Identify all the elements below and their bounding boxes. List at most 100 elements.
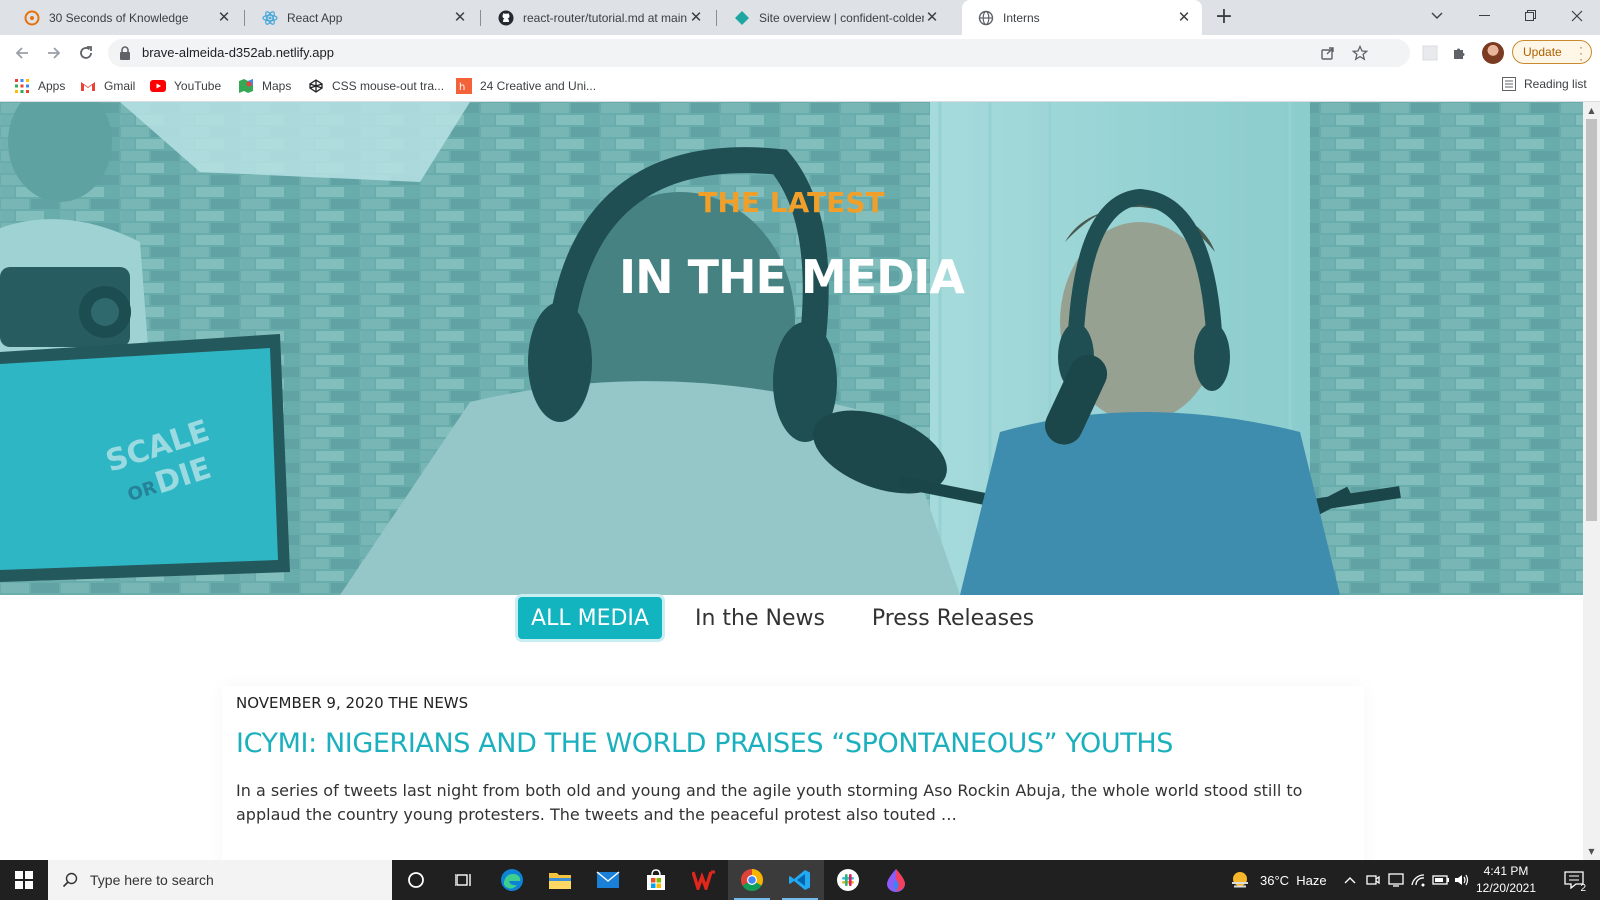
bookmark-gmail[interactable]: Gmail bbox=[80, 77, 135, 95]
tab-title: react-router/tutorial.md at main bbox=[523, 10, 688, 25]
bookmark-star-icon[interactable] bbox=[1351, 44, 1369, 61]
bookmark-label: Maps bbox=[262, 79, 292, 93]
gmail-icon bbox=[80, 78, 96, 94]
chrome-icon[interactable] bbox=[728, 860, 776, 900]
weather-text: 36°C Haze bbox=[1260, 872, 1327, 888]
close-window-icon[interactable] bbox=[1554, 0, 1600, 32]
extensions-puzzle-icon[interactable] bbox=[1450, 43, 1470, 63]
color-drop-app-icon[interactable] bbox=[872, 860, 920, 900]
netlify-icon bbox=[734, 10, 750, 26]
cortana-icon[interactable] bbox=[392, 860, 440, 900]
reload-icon[interactable] bbox=[74, 41, 98, 65]
tab-title: Interns bbox=[1003, 10, 1040, 25]
reading-list-label: Reading list bbox=[1524, 77, 1587, 91]
display-projection-icon[interactable] bbox=[1388, 860, 1404, 900]
filter-all-media[interactable]: ALL MEDIA bbox=[518, 597, 662, 639]
globe-icon bbox=[978, 10, 994, 26]
tab-interns[interactable]: Interns ✕ bbox=[962, 0, 1202, 35]
wifi-icon[interactable] bbox=[1410, 860, 1426, 900]
update-button[interactable]: Update · · · bbox=[1512, 40, 1592, 65]
reading-list-icon bbox=[1502, 77, 1516, 91]
extension-placeholder-icon[interactable] bbox=[1420, 43, 1440, 63]
hero-background-photo: SCALE OR DIE bbox=[0, 102, 1583, 595]
svg-text:h: h bbox=[459, 82, 465, 93]
weather-haze-icon bbox=[1230, 871, 1250, 889]
system-clock[interactable]: 4:41 PM 12/20/2021 bbox=[1468, 863, 1544, 897]
tab-strip: 30 Seconds of Knowledge ✕ React App ✕ re… bbox=[0, 0, 1600, 35]
tab-search-icon[interactable] bbox=[1414, 0, 1460, 32]
youtube-icon bbox=[150, 78, 166, 94]
bookmark-apps[interactable]: Apps bbox=[14, 77, 65, 95]
address-bar[interactable]: brave-almeida-d352ab.netlify.app bbox=[108, 39, 1410, 67]
profile-avatar[interactable] bbox=[1482, 42, 1504, 64]
battery-icon[interactable] bbox=[1432, 860, 1450, 900]
forward-arrow-icon[interactable] bbox=[42, 41, 66, 65]
media-filter-tabs: ALL MEDIA In the News Press Releases bbox=[0, 595, 1583, 647]
mail-icon[interactable] bbox=[584, 860, 632, 900]
reading-list-button[interactable]: Reading list bbox=[1490, 77, 1587, 91]
page-viewport: SCALE OR DIE THE LATEST IN THE MEDIA ALL… bbox=[0, 102, 1600, 860]
notification-count: 2 bbox=[1580, 883, 1586, 894]
edge-icon[interactable] bbox=[488, 860, 536, 900]
bookmark-label: Apps bbox=[38, 79, 66, 93]
update-label: Update bbox=[1523, 45, 1562, 59]
slack-icon[interactable] bbox=[824, 860, 872, 900]
show-hidden-icons-chevron-icon[interactable] bbox=[1344, 860, 1356, 900]
article-excerpt: In a series of tweets last night from bo… bbox=[236, 781, 1303, 824]
tab-title: Site overview | confident-colden- bbox=[759, 10, 924, 25]
bookmark-label: YouTube bbox=[174, 79, 222, 93]
bookmark-youtube[interactable]: YouTube bbox=[150, 77, 221, 95]
tab-site-overview[interactable]: Site overview | confident-colden- ✕ bbox=[718, 0, 950, 35]
url-text[interactable]: brave-almeida-d352ab.netlify.app bbox=[142, 45, 334, 60]
page-scrollbar[interactable]: ▲ ▼ bbox=[1583, 102, 1600, 860]
menu-kebab-icon[interactable]: · · · bbox=[1579, 41, 1583, 65]
close-tab-icon[interactable]: ✕ bbox=[216, 9, 232, 26]
windows-taskbar: Type here to search 36°C Haze 4:41 PM 12… bbox=[0, 860, 1600, 900]
taskbar-search-input[interactable]: Type here to search bbox=[48, 860, 392, 900]
bookmark-label: 24 Creative and Uni... bbox=[480, 79, 597, 93]
microsoft-store-icon[interactable] bbox=[632, 860, 680, 900]
meet-now-icon[interactable] bbox=[1366, 860, 1380, 900]
restore-icon[interactable] bbox=[1508, 0, 1554, 32]
bookmark-label: Gmail bbox=[104, 79, 136, 93]
clock-date: 12/20/2021 bbox=[1475, 881, 1537, 895]
wps-office-icon[interactable] bbox=[680, 860, 728, 900]
file-explorer-icon[interactable] bbox=[536, 860, 584, 900]
article-title-link[interactable]: ICYMI: NIGERIANS AND THE WORLD PRAISES “… bbox=[236, 728, 1173, 759]
maps-icon bbox=[238, 78, 254, 94]
close-tab-icon[interactable]: ✕ bbox=[1176, 9, 1192, 26]
weather-widget[interactable]: 36°C Haze bbox=[1230, 860, 1327, 900]
browser-toolbar: brave-almeida-d352ab.netlify.app bbox=[0, 35, 1600, 71]
scrollbar-thumb[interactable] bbox=[1586, 119, 1597, 521]
bookmark-css-mouse-out[interactable]: CSS mouse-out tra... bbox=[308, 77, 444, 95]
tab-title: 30 Seconds of Knowledge bbox=[49, 10, 189, 25]
close-tab-icon[interactable]: ✕ bbox=[452, 9, 468, 26]
article-meta: NOVEMBER 9, 2020 THE NEWS bbox=[236, 694, 469, 712]
tab-react-router[interactable]: react-router/tutorial.md at main ✕ bbox=[482, 0, 714, 35]
react-icon bbox=[262, 10, 278, 26]
close-tab-icon[interactable]: ✕ bbox=[924, 9, 940, 26]
new-tab-button[interactable]: + bbox=[1212, 6, 1236, 30]
tab-title: React App bbox=[287, 10, 343, 25]
filter-in-the-news[interactable]: In the News bbox=[682, 597, 838, 639]
scroll-down-arrow-icon[interactable]: ▼ bbox=[1583, 843, 1600, 860]
minimize-icon[interactable] bbox=[1462, 0, 1508, 32]
windows-start-icon[interactable] bbox=[0, 860, 48, 900]
back-arrow-icon[interactable] bbox=[10, 41, 34, 65]
bookmark-24-creative[interactable]: h 24 Creative and Uni... bbox=[456, 77, 596, 95]
task-view-icon[interactable] bbox=[440, 860, 488, 900]
bookmark-site-icon: h bbox=[456, 78, 472, 94]
tab-30-seconds[interactable]: 30 Seconds of Knowledge ✕ bbox=[8, 0, 242, 35]
vscode-icon[interactable] bbox=[776, 860, 824, 900]
lock-icon[interactable] bbox=[118, 45, 134, 61]
filter-press-releases[interactable]: Press Releases bbox=[858, 597, 1048, 639]
search-icon bbox=[62, 872, 78, 888]
scroll-up-arrow-icon[interactable]: ▲ bbox=[1583, 102, 1600, 119]
hero-title: IN THE MEDIA bbox=[618, 250, 965, 304]
search-placeholder: Type here to search bbox=[90, 872, 214, 888]
close-tab-icon[interactable]: ✕ bbox=[688, 9, 704, 26]
tab-react-app[interactable]: React App ✕ bbox=[246, 0, 478, 35]
bookmark-maps[interactable]: Maps bbox=[238, 77, 291, 95]
share-icon[interactable] bbox=[1320, 45, 1336, 61]
notifications-icon[interactable]: 2 bbox=[1556, 860, 1592, 900]
